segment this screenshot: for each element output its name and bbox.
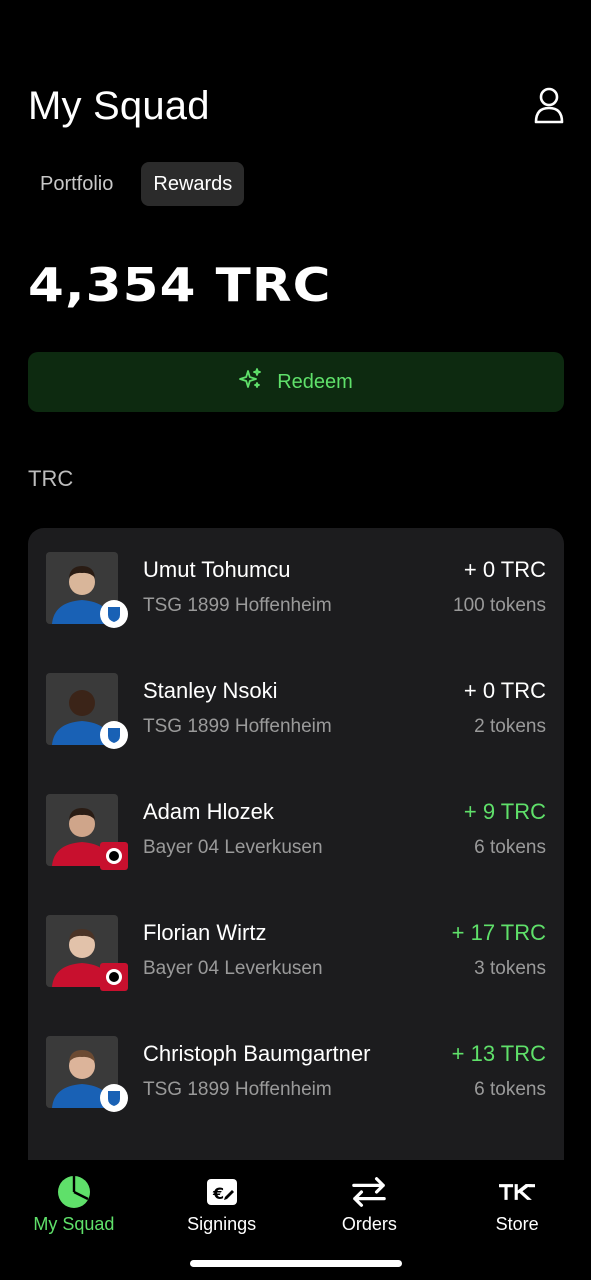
reward-amount: + 13 TRC <box>451 1041 546 1066</box>
redeem-label: Redeem <box>277 370 353 393</box>
player-club: TSG 1899 Hoffenheim <box>143 1079 332 1100</box>
pie-chart-icon <box>56 1174 92 1210</box>
player-name: Christoph Baumgartner <box>143 1041 371 1066</box>
segment-tabs: Portfolio Rewards <box>28 162 245 206</box>
club-badge-icon <box>100 963 128 991</box>
token-count: 6 tokens <box>474 837 546 858</box>
club-badge-icon <box>100 600 128 628</box>
player-row[interactable]: Adam Hlozek Bayer 04 Leverkusen + 9 TRC … <box>28 770 564 891</box>
reward-amount: + 17 TRC <box>451 920 546 945</box>
player-row[interactable]: Florian Wirtz Bayer 04 Leverkusen + 17 T… <box>28 891 564 1012</box>
player-name: Umut Tohumcu <box>143 557 291 582</box>
tab-label: Orders <box>341 1214 397 1234</box>
club-badge-icon <box>100 1084 128 1112</box>
user-icon[interactable] <box>533 86 565 126</box>
player-club: TSG 1899 Hoffenheim <box>143 716 332 737</box>
token-count: 3 tokens <box>474 958 546 979</box>
token-count: 2 tokens <box>474 716 546 737</box>
tab-my-squad[interactable]: My Squad <box>0 1160 148 1280</box>
player-club: TSG 1899 Hoffenheim <box>143 595 332 616</box>
swap-arrows-icon <box>351 1174 387 1210</box>
trc-balance: 4,354 TRC <box>28 258 332 312</box>
club-badge-icon <box>100 842 128 870</box>
tab-rewards[interactable]: Rewards <box>141 162 245 206</box>
token-count: 6 tokens <box>474 1079 546 1100</box>
home-indicator[interactable] <box>190 1260 402 1267</box>
sparkle-icon <box>239 367 263 397</box>
reward-amount: + 0 TRC <box>463 557 546 582</box>
tab-store[interactable]: Store <box>443 1160 591 1280</box>
tab-label: Store <box>495 1214 539 1234</box>
club-badge-icon <box>100 721 128 749</box>
player-list: Umut Tohumcu TSG 1899 Hoffenheim + 0 TRC… <box>28 528 564 1228</box>
player-row[interactable]: Stanley Nsoki TSG 1899 Hoffenheim + 0 TR… <box>28 649 564 770</box>
header: My Squad <box>28 82 569 132</box>
player-row[interactable]: Christoph Baumgartner TSG 1899 Hoffenhei… <box>28 1012 564 1133</box>
player-name: Adam Hlozek <box>143 799 274 824</box>
player-club: Bayer 04 Leverkusen <box>143 958 323 979</box>
reward-amount: + 9 TRC <box>463 799 546 824</box>
player-name: Florian Wirtz <box>143 920 267 945</box>
player-club: Bayer 04 Leverkusen <box>143 837 323 858</box>
my-squad-screen: My Squad Portfolio Rewards 4,354 TRC Red… <box>0 0 591 1280</box>
token-count: 100 tokens <box>453 595 546 616</box>
tab-label: Signings <box>187 1214 257 1234</box>
svg-text:€: € <box>212 1184 224 1203</box>
player-name: Stanley Nsoki <box>143 678 278 703</box>
euro-document-icon: € <box>204 1174 240 1210</box>
page-title: My Squad <box>28 84 210 128</box>
redeem-button[interactable]: Redeem <box>28 352 564 412</box>
section-label: TRC <box>28 466 74 491</box>
store-logo-icon <box>499 1174 536 1210</box>
tab-portfolio[interactable]: Portfolio <box>28 162 125 206</box>
player-row[interactable]: Umut Tohumcu TSG 1899 Hoffenheim + 0 TRC… <box>28 528 564 649</box>
reward-amount: + 0 TRC <box>463 678 546 703</box>
tab-label: My Squad <box>33 1214 115 1234</box>
